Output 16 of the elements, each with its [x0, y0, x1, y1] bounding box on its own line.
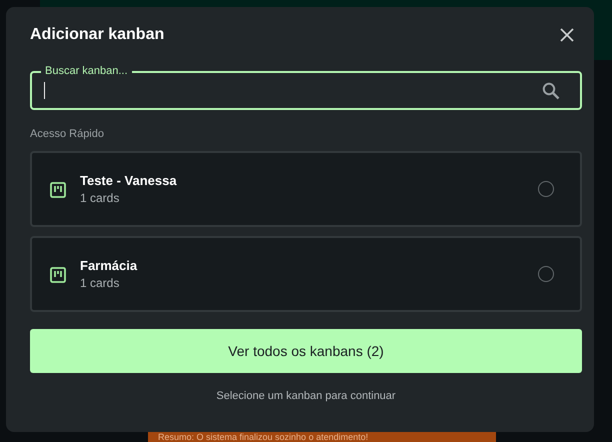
kanban-icon: [50, 182, 66, 198]
radio-button[interactable]: [538, 266, 554, 282]
status-banner: Resumo: O sistema finalizou sozinho o atendimento!: [148, 432, 496, 442]
kanban-name: Farmácia: [80, 258, 138, 273]
dialog-title: Adicionar kanban: [30, 26, 164, 44]
section-title: Acesso Rápido: [30, 128, 105, 140]
card-count: 1 cards: [80, 191, 120, 205]
card-count: 1 cards: [80, 276, 120, 290]
search-icon[interactable]: [542, 82, 560, 100]
kanban-item[interactable]: Teste - Vanessa 1 cards: [30, 151, 582, 227]
radio-button[interactable]: [538, 181, 554, 197]
view-all-button[interactable]: Ver todos os kanbans (2): [30, 329, 582, 373]
kanban-item[interactable]: Farmácia 1 cards: [30, 236, 582, 312]
kanban-icon: [50, 267, 66, 283]
kanban-name: Teste - Vanessa: [80, 173, 178, 188]
hint-text: Selecione um kanban para continuar: [215, 390, 397, 402]
